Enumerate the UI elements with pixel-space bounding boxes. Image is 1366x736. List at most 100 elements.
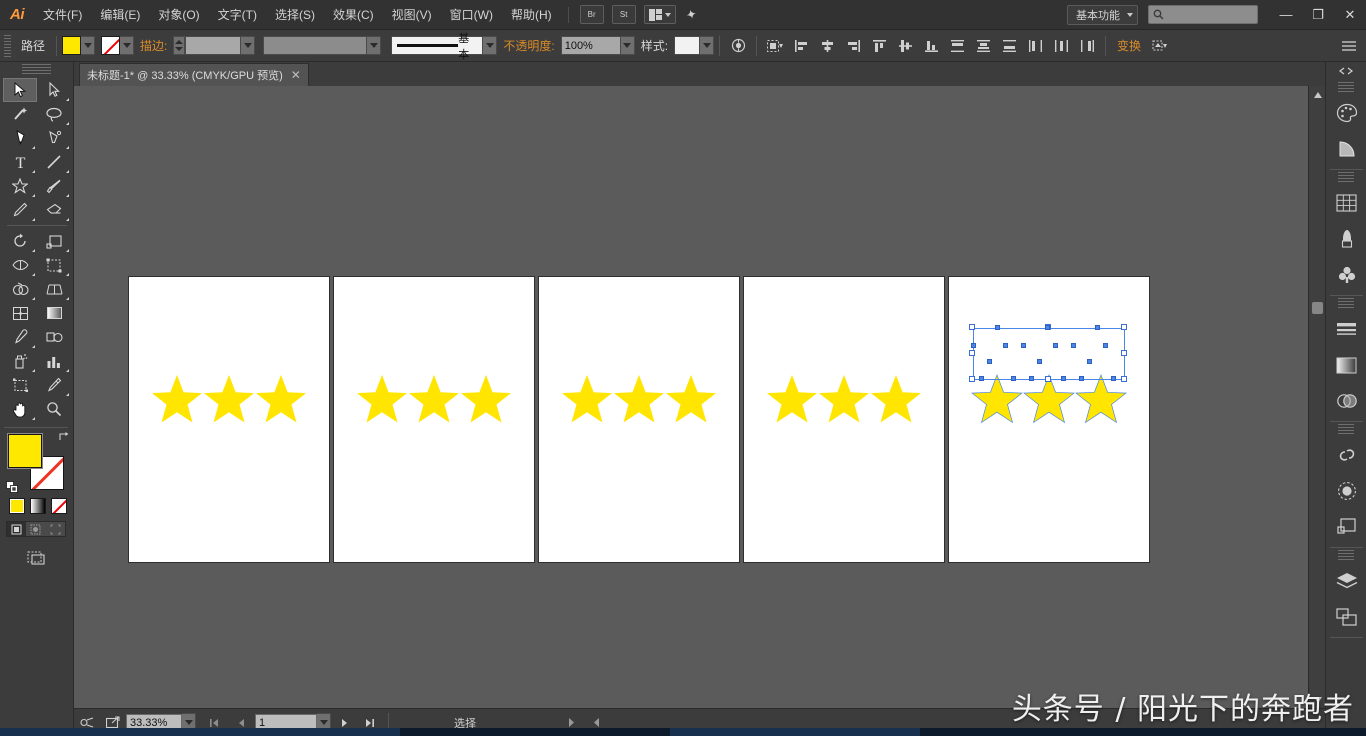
symbols-panel-icon[interactable] (1326, 257, 1366, 293)
layers-panel-icon[interactable] (1326, 563, 1366, 599)
menu-help[interactable]: 帮助(H) (502, 0, 561, 30)
pencil-tool[interactable] (3, 198, 37, 222)
document-canvas[interactable] (74, 86, 1308, 708)
dock-group-grip[interactable] (1338, 172, 1354, 183)
pen-tool[interactable] (3, 126, 37, 150)
graphic-style-field[interactable] (674, 36, 701, 55)
align-center-h-icon[interactable] (816, 35, 838, 57)
opacity-field[interactable]: 100% (560, 36, 621, 55)
shape-builder-tool[interactable] (3, 277, 37, 301)
magic-wand-tool[interactable] (3, 102, 37, 126)
workspace-switcher[interactable]: 基本功能 (1067, 4, 1138, 25)
distribute-center-h-icon[interactable] (1050, 35, 1072, 57)
star-group[interactable] (766, 374, 922, 424)
symbol-sprayer-tool[interactable] (3, 349, 37, 373)
variable-width-profile-field[interactable] (263, 36, 368, 55)
close-icon[interactable]: ✕ (291, 69, 301, 81)
paintbrush-tool[interactable] (37, 174, 71, 198)
gradient-panel-icon[interactable] (1326, 347, 1366, 383)
color-panel-icon[interactable] (1326, 95, 1366, 131)
dock-group-grip[interactable] (1338, 82, 1354, 93)
screen-mode-icon[interactable] (26, 547, 48, 567)
align-right-icon[interactable] (842, 35, 864, 57)
rotate-tool[interactable] (3, 229, 37, 253)
isolate-group-icon[interactable] (1149, 35, 1171, 57)
brush-definition-dropdown[interactable] (483, 36, 498, 55)
star-group[interactable] (356, 374, 512, 424)
fill-color-swatch[interactable] (8, 434, 42, 468)
fill-color-control[interactable] (62, 36, 96, 55)
scroll-down-icon[interactable] (1309, 691, 1326, 708)
recolor-artwork-icon[interactable] (727, 35, 749, 57)
dock-group-grip[interactable] (1338, 424, 1354, 435)
eyedropper-tool[interactable] (3, 325, 37, 349)
artboard-5[interactable] (949, 277, 1149, 562)
shape-tool[interactable] (3, 174, 37, 198)
gradient-swatch-button[interactable] (30, 498, 46, 514)
menu-file[interactable]: 文件(F) (34, 0, 91, 30)
menu-type[interactable]: 文字(T) (209, 0, 266, 30)
restore-button[interactable]: ❐ (1302, 0, 1334, 30)
distribute-left-icon[interactable] (1024, 35, 1046, 57)
star-group[interactable] (151, 374, 307, 424)
stroke-swatch[interactable] (101, 36, 121, 55)
blend-tool[interactable] (37, 325, 71, 349)
panel-menu-icon[interactable] (1338, 35, 1360, 57)
dock-group-grip[interactable] (1338, 298, 1354, 309)
align-bottom-icon[interactable] (920, 35, 942, 57)
arrange-documents-icon[interactable] (643, 5, 676, 24)
tools-panel-grip[interactable] (22, 64, 51, 76)
default-fill-stroke-icon[interactable] (6, 481, 19, 494)
artboard-tool[interactable] (3, 373, 37, 397)
artboard-3[interactable] (539, 277, 739, 562)
scale-tool[interactable] (37, 229, 71, 253)
dock-group-grip[interactable] (1338, 550, 1354, 561)
opacity-dropdown[interactable] (620, 36, 635, 55)
artboards-panel-icon[interactable] (1326, 599, 1366, 635)
star-group[interactable] (561, 374, 717, 424)
slice-tool[interactable] (37, 373, 71, 397)
transform-label[interactable]: 变换 (1111, 37, 1147, 54)
artboard-2[interactable] (334, 277, 534, 562)
align-middle-v-icon[interactable] (894, 35, 916, 57)
vertical-scroll-thumb[interactable] (1312, 302, 1323, 314)
color-swatch-button[interactable] (9, 498, 25, 514)
control-bar-grip[interactable] (4, 34, 11, 57)
distribute-top-icon[interactable] (946, 35, 968, 57)
brush-definition-field[interactable]: 基本 (391, 33, 484, 61)
direct-selection-tool[interactable] (37, 78, 71, 102)
zoom-tool[interactable] (37, 397, 71, 421)
graphic-styles-panel-icon[interactable] (1326, 509, 1366, 545)
free-transform-tool[interactable] (37, 253, 71, 277)
stroke-weight-dropdown[interactable] (241, 36, 256, 55)
dock-collapse-button[interactable] (1326, 62, 1366, 80)
stroke-dropdown-button[interactable] (120, 36, 135, 55)
stroke-weight-field[interactable] (185, 36, 242, 55)
draw-behind-icon[interactable] (26, 522, 45, 536)
menu-view[interactable]: 视图(V) (383, 0, 441, 30)
star-group-selected[interactable] (971, 373, 1127, 424)
column-graph-tool[interactable] (37, 349, 71, 373)
brushes-panel-icon[interactable] (1326, 221, 1366, 257)
vertical-scrollbar[interactable] (1308, 86, 1325, 708)
menu-effect[interactable]: 效果(C) (324, 0, 383, 30)
hand-tool[interactable] (3, 397, 37, 421)
gradient-tool[interactable] (37, 301, 71, 325)
menu-edit[interactable]: 编辑(E) (91, 0, 149, 30)
artboard-1[interactable] (129, 277, 329, 562)
scroll-up-icon[interactable] (1309, 86, 1326, 103)
swap-fill-stroke-icon[interactable] (59, 431, 70, 442)
stroke-panel-icon[interactable] (1326, 311, 1366, 347)
selection-tool[interactable] (3, 78, 37, 102)
close-button[interactable]: ✕ (1334, 0, 1366, 30)
minimize-button[interactable]: — (1270, 0, 1302, 30)
distribute-right-icon[interactable] (1076, 35, 1098, 57)
bridge-icon[interactable]: Br (579, 5, 604, 24)
none-swatch-button[interactable] (51, 498, 67, 514)
links-panel-icon[interactable] (1326, 437, 1366, 473)
variable-width-profile-dropdown[interactable] (367, 36, 382, 55)
stroke-label[interactable]: 描边: (134, 37, 173, 54)
stroke-color-control[interactable] (101, 36, 135, 55)
fill-dropdown-button[interactable] (81, 36, 96, 55)
search-input[interactable] (1148, 5, 1258, 24)
